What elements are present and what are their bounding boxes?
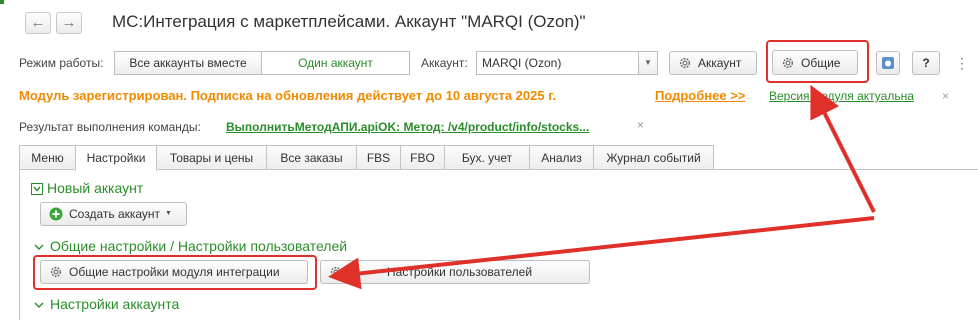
arrow-to-general-button [810, 84, 876, 213]
tab-settings[interactable]: Настройки [75, 145, 157, 171]
arrow-to-general-settings [328, 216, 875, 290]
